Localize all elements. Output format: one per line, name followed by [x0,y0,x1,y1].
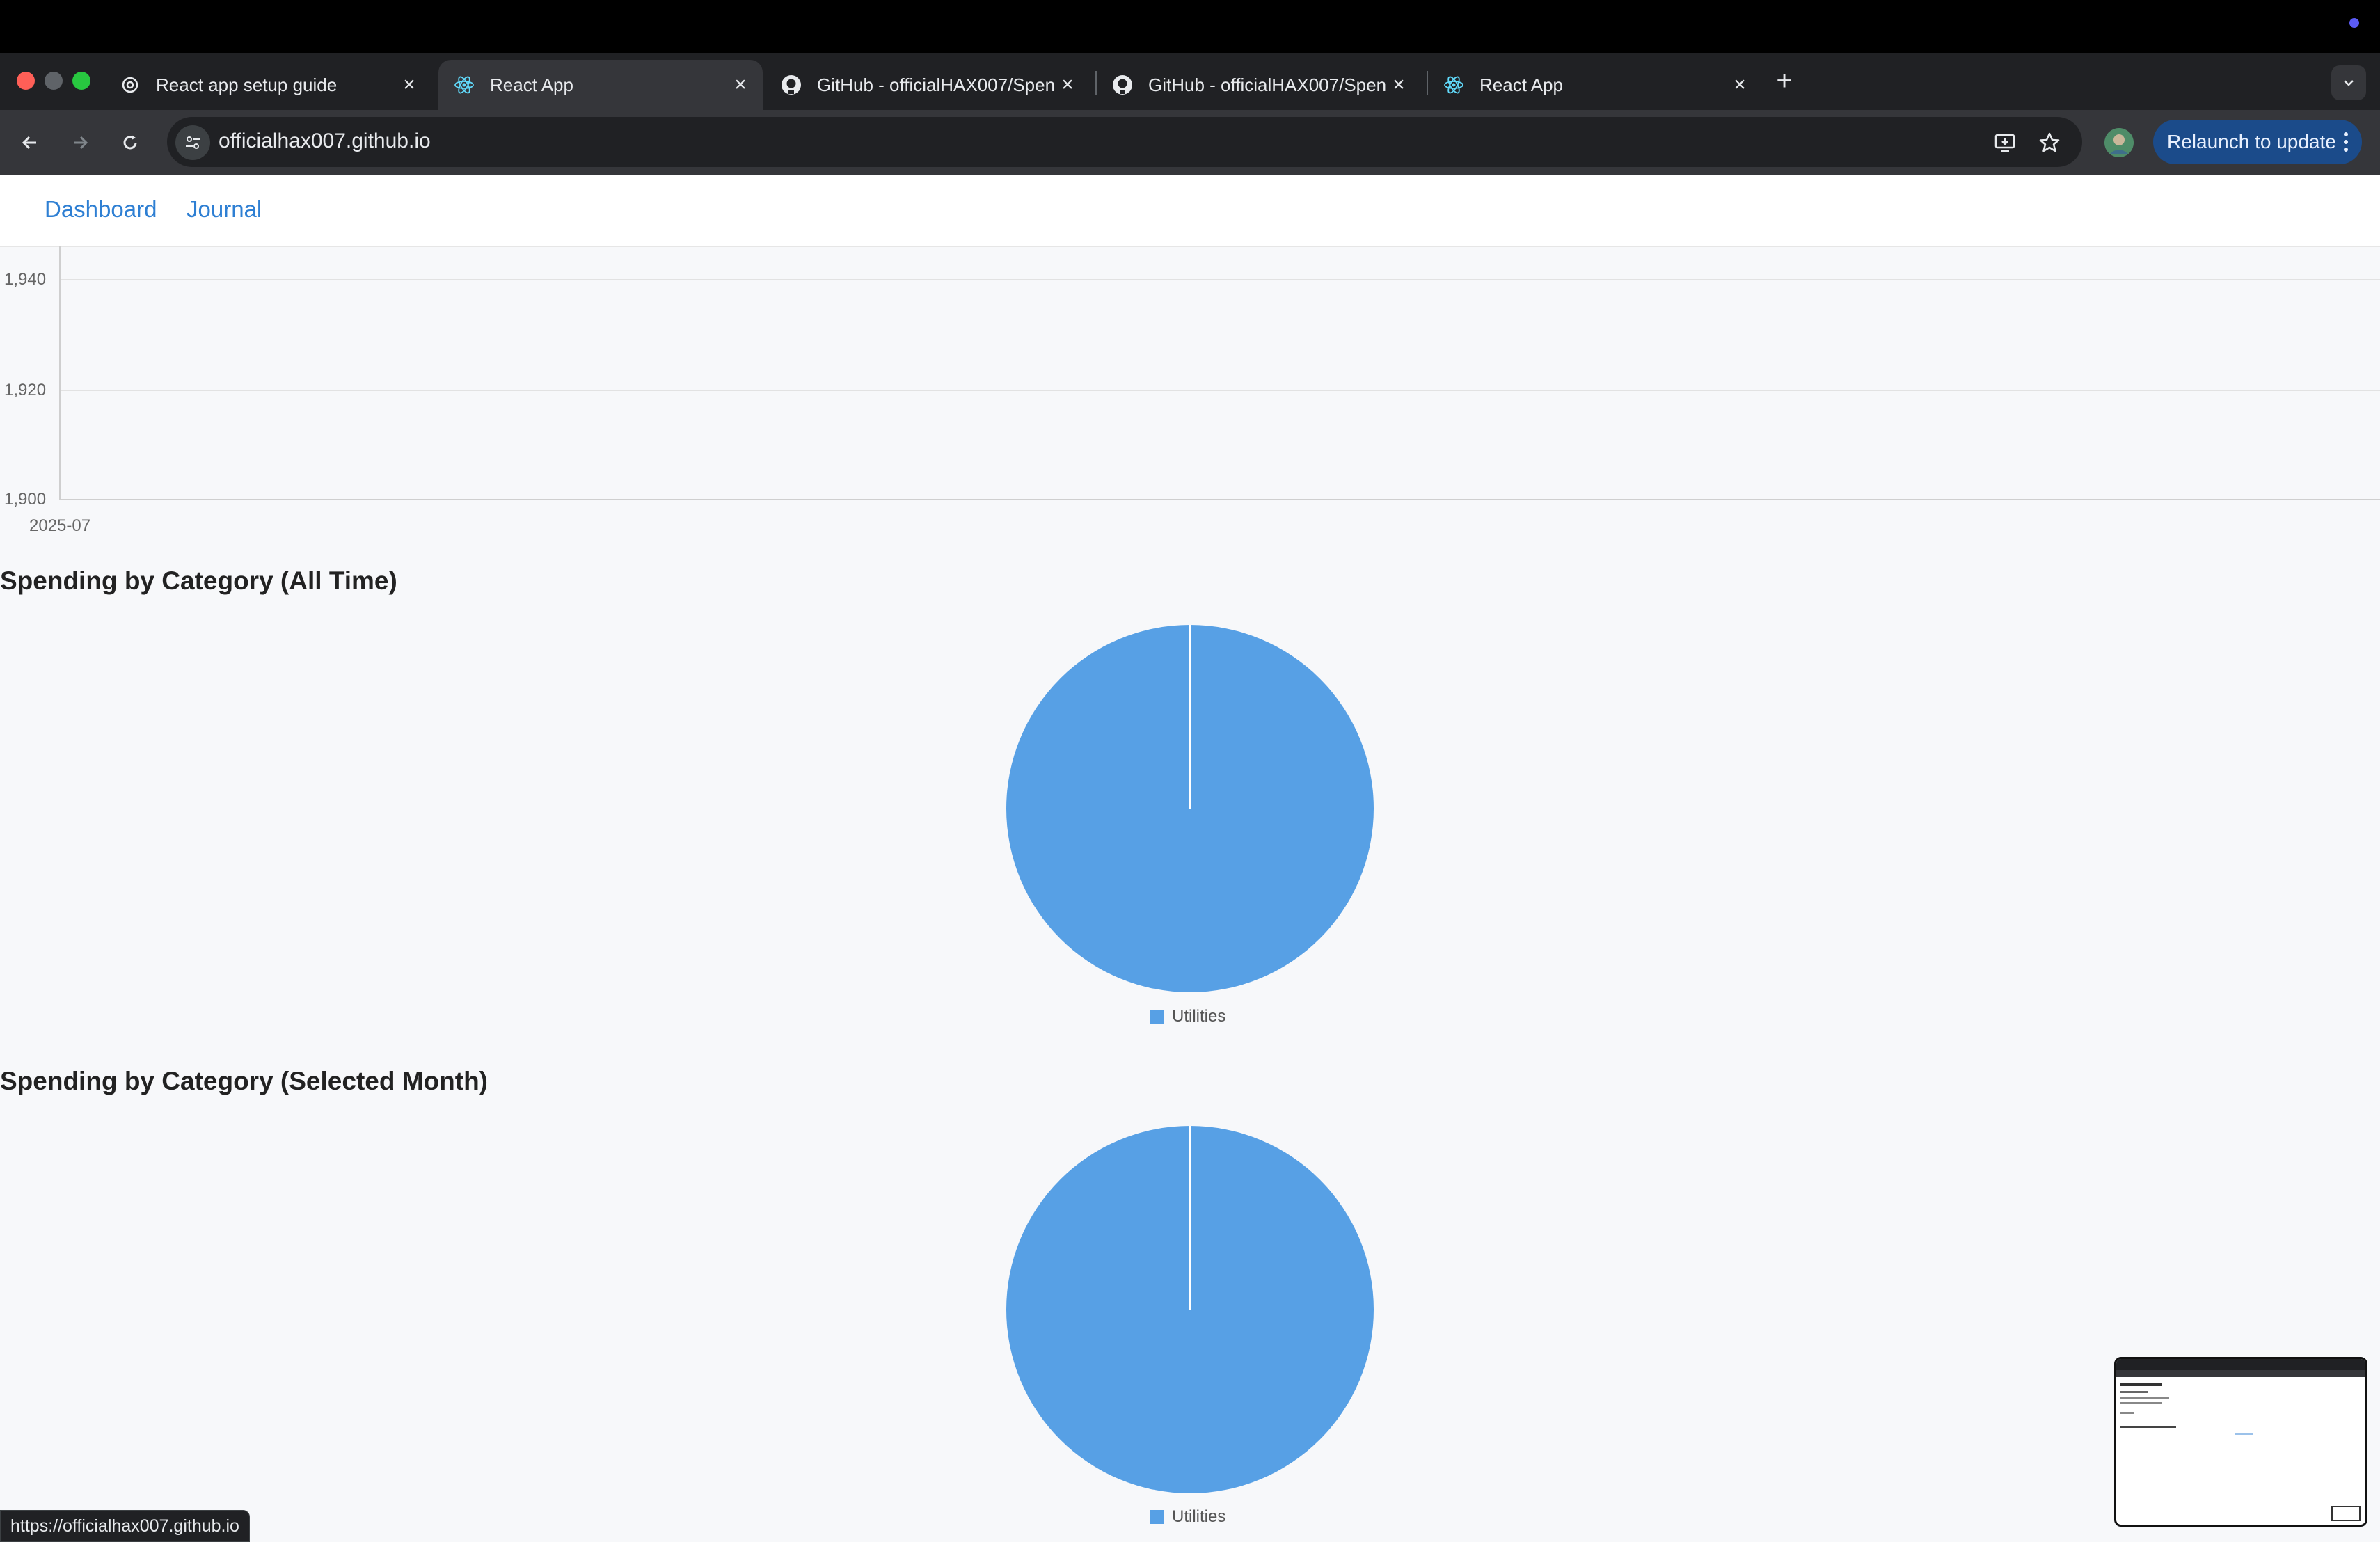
tab-title: React app setup guide [156,74,338,95]
reload-button[interactable] [113,125,148,160]
arrow-left-icon [22,136,36,150]
profile-avatar[interactable] [2104,128,2134,157]
section-title-all-time: Spending by Category (All Time) [0,566,397,595]
minimize-window-button[interactable] [45,72,63,90]
tab-title: React App [490,74,573,95]
legend-label: Utilities [1172,1007,1226,1026]
openai-icon [120,74,141,95]
arrow-right-icon [74,136,88,150]
app-nav-bar [0,175,2380,247]
relaunch-to-update-button[interactable]: Relaunch to update [2153,120,2362,164]
install-icon [1994,134,2015,152]
more-vert-icon [2344,132,2348,152]
x-tick-label: 2025-07 [29,516,91,535]
legend-swatch [1150,1010,1164,1024]
relaunch-label: Relaunch to update [2167,131,2336,152]
reload-icon [123,135,137,150]
github-icon [781,74,802,95]
link-status-bubble: https://officialhax007.github.io [0,1510,250,1542]
react-icon [1443,74,1464,95]
tab-react-app-2[interactable]: React App × [1428,60,1762,110]
tab-title: GitHub - officialHAX007/Spen [817,74,1055,95]
site-info-button[interactable] [175,125,210,160]
close-icon[interactable]: × [728,72,753,97]
section-title-selected-month: Spending by Category (Selected Month) [0,1067,488,1095]
react-icon [454,74,475,95]
pie-chart-all-time [1006,625,1374,992]
star-icon [2039,132,2060,152]
window-preview-thumbnail[interactable] [2114,1357,2367,1527]
pie-legend: Utilities [1150,1007,1225,1026]
preview-image [2116,1359,2365,1521]
chevron-down-icon [2344,80,2354,86]
legend-label: Utilities [1172,1507,1226,1526]
close-icon[interactable]: × [1727,72,1752,97]
new-tab-button[interactable]: + [1770,67,1798,95]
nav-link-dashboard[interactable]: Dashboard [45,196,157,223]
y-tick-label: 1,920 [4,381,47,399]
tune-icon [186,136,200,149]
nav-link-journal[interactable]: Journal [187,196,262,223]
pie-chart-selected-month [1006,1126,1374,1493]
github-icon [1112,74,1133,95]
close-icon[interactable]: × [1055,72,1080,97]
install-app-button[interactable] [1988,125,2022,160]
tab-search-button[interactable] [2331,65,2366,100]
line-chart-svg [59,246,2380,500]
tab-react-app-active[interactable]: React App × [438,60,763,110]
tab-github-2[interactable]: GitHub - officialHAX007/Spen × [1097,60,1421,110]
close-icon[interactable]: × [1386,72,1411,97]
tab-title: GitHub - officialHAX007/Spen [1148,74,1386,95]
maximize-window-button[interactable] [72,72,90,90]
legend-swatch [1150,1510,1164,1524]
back-button[interactable] [13,125,47,160]
y-tick-label: 1,940 [4,270,47,289]
close-window-button[interactable] [17,72,35,90]
y-tick-label: 1,900 [4,490,47,509]
close-icon[interactable]: × [397,72,422,97]
address-bar[interactable] [167,117,2082,167]
forward-button[interactable] [63,125,97,160]
tab-react-setup-guide[interactable]: React app setup guide × [104,60,431,110]
tab-title: React App [1479,74,1563,95]
url-text[interactable]: officialhax007.github.io [219,129,431,153]
tab-github-1[interactable]: GitHub - officialHAX007/Spen × [765,60,1090,110]
status-dot [2349,18,2359,28]
pie-legend: Utilities [1150,1507,1225,1527]
monthly-spending-chart [0,246,2380,546]
bookmark-button[interactable] [2032,125,2067,160]
menu-bar [0,0,2380,53]
